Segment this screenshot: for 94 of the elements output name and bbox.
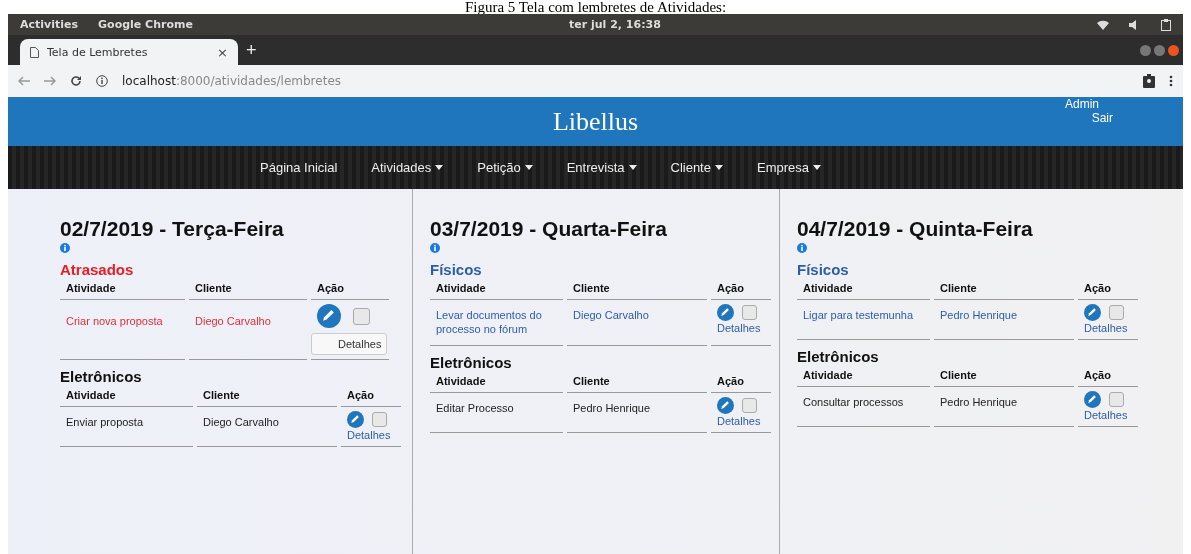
site-logo[interactable]: Libellus: [552, 106, 639, 137]
address-bar[interactable]: localhost:8000/atividades/lembretes: [122, 74, 341, 88]
checkbox[interactable]: [1109, 305, 1124, 320]
table-cell: Diego Carvalho: [197, 407, 337, 447]
table-cell: Pedro Henrique: [567, 392, 707, 433]
info-icon[interactable]: [96, 75, 108, 87]
column-header: Ação: [1078, 369, 1138, 387]
reload-icon[interactable]: [70, 75, 82, 87]
details-button[interactable]: Detalhes: [311, 333, 387, 355]
caret-icon: [435, 165, 444, 170]
column-header: Ação: [311, 282, 389, 300]
user-name: Admin: [1065, 97, 1099, 111]
column-header: Cliente: [567, 282, 707, 300]
minimize-button[interactable]: [1140, 44, 1151, 56]
clock: ter jul 2, 16:38: [568, 18, 662, 31]
section-title: Físicos: [430, 261, 483, 278]
pencil-icon[interactable]: [717, 304, 734, 321]
details-link[interactable]: Detalhes: [1084, 409, 1136, 421]
column-header: Atividade: [797, 282, 930, 300]
forward-icon[interactable]: [44, 76, 56, 86]
pencil-icon[interactable]: [1084, 304, 1101, 321]
close-window-button[interactable]: [1168, 44, 1179, 56]
section-title: Eletrônicos: [797, 348, 880, 365]
profile-icon[interactable]: [1143, 74, 1155, 88]
checkbox[interactable]: [1109, 392, 1124, 407]
details-link[interactable]: Detalhes: [1084, 322, 1136, 334]
column-header: Cliente: [567, 374, 707, 393]
figure-caption: Figura 5 Tela com lembretes de Atividades:: [464, 0, 727, 14]
activities-button[interactable]: Activities: [20, 18, 79, 31]
section-title: Físicos: [797, 261, 850, 278]
caret-icon: [714, 165, 723, 170]
clipboard-icon[interactable]: [1161, 18, 1171, 31]
nav-item[interactable]: Petição: [477, 160, 533, 175]
column-header: Cliente: [189, 282, 307, 300]
table-cell: Pedro Henrique: [934, 300, 1074, 340]
info-icon: [60, 243, 70, 253]
column-header: Cliente: [934, 282, 1074, 300]
column-header: Cliente: [934, 369, 1074, 387]
pencil-icon[interactable]: [717, 396, 734, 414]
pencil-icon[interactable]: [317, 304, 341, 328]
column-header: Ação: [341, 389, 401, 407]
browser-tab[interactable]: Tela de Lembretes ×: [20, 39, 238, 65]
logout-link[interactable]: Sair: [1091, 111, 1113, 125]
nav-item[interactable]: Atividades: [371, 160, 444, 175]
table-cell: Diego Carvalho: [189, 300, 307, 360]
column-header: Atividade: [430, 282, 563, 300]
column-header: Atividade: [430, 374, 563, 393]
info-icon: [797, 243, 807, 253]
section-title: Eletrônicos: [60, 368, 143, 385]
checkbox[interactable]: [372, 412, 387, 427]
maximize-button[interactable]: [1154, 44, 1165, 56]
checkbox[interactable]: [742, 397, 757, 413]
checkbox[interactable]: [742, 305, 757, 320]
info-icon: [430, 243, 440, 253]
checkbox[interactable]: [353, 307, 370, 325]
menu-icon[interactable]: [1169, 75, 1173, 87]
table-cell: Levar documentos do processo no fórum: [430, 300, 563, 346]
day-title: 03/7/2019 - Quarta-Feira: [430, 217, 668, 241]
nav-item[interactable]: Cliente: [670, 160, 723, 175]
details-link[interactable]: Detalhes: [717, 322, 769, 334]
table-cell: Ligar para testemunha: [797, 300, 930, 340]
column-header: Atividade: [60, 389, 193, 407]
close-tab-button[interactable]: ×: [217, 44, 228, 60]
page-icon: [30, 46, 39, 58]
table-cell: Editar Processo: [430, 392, 563, 433]
column-header: Cliente: [197, 389, 337, 407]
nav-item[interactable]: Entrevista: [566, 160, 637, 175]
table-cell: Enviar proposta: [60, 407, 193, 447]
pencil-icon[interactable]: [1084, 391, 1101, 408]
wifi-icon[interactable]: [1097, 19, 1109, 30]
column-header: Ação: [711, 282, 771, 300]
new-tab-button[interactable]: +: [246, 40, 257, 61]
pencil-icon[interactable]: [347, 411, 364, 428]
details-link[interactable]: Detalhes: [347, 429, 399, 441]
details-link[interactable]: Detalhes: [717, 414, 769, 427]
table-cell: Pedro Henrique: [934, 387, 1074, 427]
day-title: 02/7/2019 - Terça-Feira: [60, 217, 285, 241]
table-cell: Diego Carvalho: [567, 300, 707, 346]
column-header: Ação: [1078, 282, 1138, 300]
table-cell: Criar nova proposta: [60, 300, 185, 360]
table-cell: Consultar processos: [797, 387, 930, 427]
column-header: Ação: [711, 374, 771, 393]
day-title: 04/7/2019 - Quinta-Feira: [797, 217, 1034, 241]
section-title: Atrasados: [60, 261, 135, 278]
section-title: Eletrônicos: [430, 353, 513, 371]
column-header: Atividade: [60, 282, 185, 300]
caret-icon: [813, 165, 821, 170]
app-menu[interactable]: Google Chrome: [98, 18, 193, 31]
column-header: Atividade: [797, 369, 930, 387]
back-icon[interactable]: [18, 76, 30, 86]
nav-item[interactable]: Página Inicial: [260, 160, 338, 175]
nav-item[interactable]: Empresa: [756, 160, 821, 175]
caret-icon: [524, 165, 533, 170]
caret-icon: [628, 165, 637, 170]
